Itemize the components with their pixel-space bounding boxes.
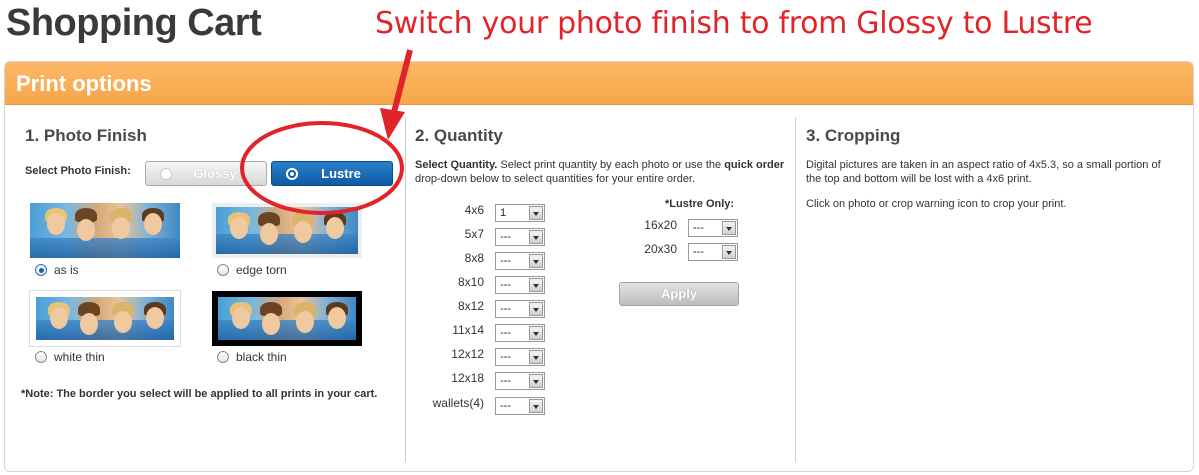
photo-finish-select-label: Select Photo Finish: [25,165,131,177]
lustre-only-label: *Lustre Only: [665,198,735,210]
column-divider-2 [795,117,796,462]
dropdown-arrow-icon [529,230,543,244]
border-label-edge-torn: edge torn [236,263,287,277]
family-photo [36,297,174,340]
thumb-black-thin[interactable] [212,291,362,346]
dropdown-arrow-icon [529,206,543,220]
quantity-desc-rest: drop-down below to select quantities for… [415,173,696,185]
glossy-label: Glossy [193,166,237,181]
dropdown-arrow-icon [722,221,736,235]
quantity-title: 2. Quantity [415,126,503,145]
border-radio-white-thin[interactable] [35,351,47,363]
qty-select[interactable]: --- [495,324,545,342]
page-title: Shopping Cart [6,2,262,44]
family-photo [216,207,358,254]
quantity-desc-quick: quick order [724,159,785,171]
qty-select-value: --- [500,303,511,315]
border-label-as-is: as is [54,263,79,277]
lustre-size-label: 16x20 [644,218,677,232]
lustre-select-value: --- [693,246,704,258]
qty-select[interactable]: 1 [495,204,545,222]
quantity-desc-bold: Select Quantity. [415,159,498,171]
dropdown-arrow-icon [529,278,543,292]
qty-select-value: --- [500,351,511,363]
border-radio-edge-torn[interactable] [217,264,229,276]
lustre-label: Lustre [321,166,361,181]
family-photo [30,203,180,258]
qty-size-label: 11x14 [452,323,484,337]
lustre-select-value: --- [693,222,704,234]
lustre-qty-select[interactable]: --- [688,219,738,237]
qty-size-label: 8x8 [464,251,484,265]
glossy-button[interactable]: Glossy [145,161,267,186]
dropdown-arrow-icon [529,326,543,340]
column-divider-1 [405,117,406,462]
qty-size-label: 12x18 [451,371,484,385]
qty-size-label: 8x10 [457,275,484,289]
dropdown-arrow-icon [529,302,543,316]
panel-title: Print options [16,71,152,96]
border-label-white-thin: white thin [54,350,105,364]
border-label-black-thin: black thin [236,350,287,364]
annotation-text: Switch your photo finish to from Glossy … [375,6,1093,41]
family-photo [218,297,356,340]
cropping-title: 3. Cropping [806,126,901,145]
qty-size-label: wallets(4) [432,396,484,410]
thumb-as-is[interactable] [30,203,180,258]
apply-button[interactable]: Apply [619,282,739,306]
qty-select-value: --- [500,231,511,243]
qty-select[interactable]: --- [495,252,545,270]
qty-size-label: 8x12 [457,299,484,313]
thumb-white-thin[interactable] [30,291,180,346]
qty-select[interactable]: --- [495,397,545,415]
panel-header [5,62,1193,105]
qty-select-value: --- [500,279,511,291]
qty-select-value: --- [500,327,511,339]
dropdown-arrow-icon [529,254,543,268]
quantity-description: Select Quantity. Select print quantity b… [415,158,795,186]
qty-select[interactable]: --- [495,300,545,318]
thumb-edge-torn[interactable] [212,203,362,258]
qty-size-label: 4x6 [464,203,484,217]
qty-size-label: 5x7 [464,227,484,241]
qty-select[interactable]: --- [495,228,545,246]
dropdown-arrow-icon [529,374,543,388]
qty-size-label: 12x12 [451,347,484,361]
border-note: *Note: The border you select will be app… [21,388,378,400]
radio-on-icon [286,168,298,180]
lustre-size-label: 20x30 [644,242,677,256]
qty-select-value: --- [500,375,511,387]
qty-select[interactable]: --- [495,276,545,294]
cropping-text-1: Digital pictures are taken in an aspect … [806,159,1161,185]
qty-select-value: --- [500,400,511,412]
dropdown-arrow-icon [529,350,543,364]
qty-select[interactable]: --- [495,372,545,390]
border-radio-black-thin[interactable] [217,351,229,363]
qty-select-value: --- [500,255,511,267]
quantity-desc-text: Select print quantity by each photo or u… [497,159,725,171]
cropping-text-2: Click on photo or crop warning icon to c… [806,198,1067,210]
lustre-qty-select[interactable]: --- [688,243,738,261]
qty-select-value: 1 [500,207,507,219]
dropdown-arrow-icon [529,399,543,413]
lustre-button[interactable]: Lustre [271,161,393,186]
print-options-panel: Print options [4,61,1194,472]
qty-select[interactable]: --- [495,348,545,366]
dropdown-arrow-icon [722,245,736,259]
radio-off-icon [160,168,172,180]
photo-finish-title: 1. Photo Finish [25,126,147,145]
border-radio-as-is[interactable] [35,264,47,276]
